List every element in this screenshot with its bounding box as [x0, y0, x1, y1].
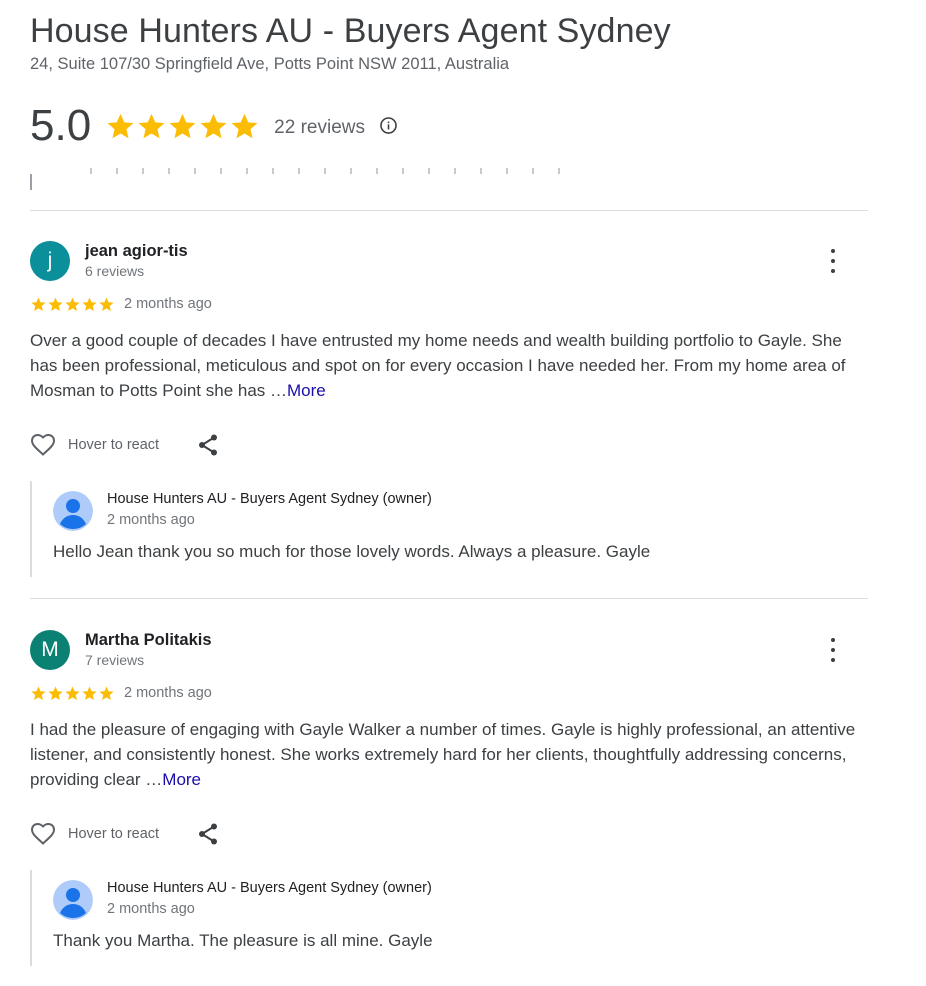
review-actions: Hover to react: [30, 430, 219, 460]
review-count-link[interactable]: 22 reviews: [274, 117, 365, 139]
reviewer-review-count: 6 reviews: [85, 263, 145, 279]
divider: [30, 598, 868, 599]
owner-avatar-icon: [53, 880, 93, 920]
more-vert-icon[interactable]: [825, 249, 841, 273]
review-date: 2 months ago: [124, 296, 212, 312]
star-icon: [198, 111, 229, 142]
owner-reply-date: 2 months ago: [107, 901, 195, 917]
owner-reply: House Hunters AU - Buyers Agent Sydney (…: [30, 870, 870, 966]
star-icon: [30, 685, 47, 702]
info-icon[interactable]: [379, 116, 398, 135]
react-label[interactable]: Hover to react: [68, 826, 159, 842]
clipped-text-fragment: [90, 168, 570, 174]
star-icon: [98, 296, 115, 313]
avatar[interactable]: M: [30, 630, 70, 670]
share-icon[interactable]: [197, 822, 219, 846]
star-icon: [167, 111, 198, 142]
star-icon: [136, 111, 167, 142]
star-icon: [64, 296, 81, 313]
star-icon: [229, 111, 260, 142]
more-vert-icon[interactable]: [825, 638, 841, 662]
divider: [30, 210, 868, 211]
owner-reply: House Hunters AU - Buyers Agent Sydney (…: [30, 481, 870, 577]
heart-icon[interactable]: [30, 433, 56, 457]
review-rating: 2 months ago: [30, 683, 212, 703]
reviewer-review-count: 7 reviews: [85, 652, 145, 668]
owner-reply-text: Thank you Martha. The pleasure is all mi…: [53, 931, 433, 950]
business-address: 24, Suite 107/30 Springfield Ave, Potts …: [30, 55, 510, 73]
reviewer-name[interactable]: jean agior-tis: [85, 242, 188, 261]
share-icon[interactable]: [197, 433, 219, 457]
clipped-reply-border: [30, 174, 32, 190]
star-icon: [81, 296, 98, 313]
review-rating: 2 months ago: [30, 294, 212, 314]
avatar[interactable]: j: [30, 241, 70, 281]
owner-reply-text: Hello Jean thank you so much for those l…: [53, 542, 651, 561]
clipped-review-text: [30, 168, 570, 190]
owner-avatar-icon: [53, 491, 93, 531]
review-body: I had the pleasure of engaging with Gayl…: [30, 720, 856, 789]
star-icon: [47, 296, 64, 313]
rating-summary: 5.0 22 reviews: [30, 96, 398, 156]
review-actions: Hover to react: [30, 819, 219, 849]
star-icon: [64, 685, 81, 702]
heart-icon[interactable]: [30, 822, 56, 846]
rating-score: 5.0: [30, 101, 92, 150]
business-title: House Hunters AU - Buyers Agent Sydney: [30, 12, 671, 50]
owner-name: House Hunters AU - Buyers Agent Sydney (…: [107, 880, 432, 896]
star-icon: [30, 296, 47, 313]
more-link[interactable]: More: [162, 770, 201, 789]
more-link[interactable]: More: [287, 381, 326, 400]
react-label[interactable]: Hover to react: [68, 437, 159, 453]
owner-name: House Hunters AU - Buyers Agent Sydney (…: [107, 491, 432, 507]
rating-stars: [105, 111, 260, 142]
review-date: 2 months ago: [124, 685, 212, 701]
star-icon: [81, 685, 98, 702]
star-icon: [98, 685, 115, 702]
review-body: Over a good couple of decades I have ent…: [30, 331, 846, 400]
owner-reply-date: 2 months ago: [107, 512, 195, 528]
review-text: Over a good couple of decades I have ent…: [30, 328, 868, 403]
star-icon: [105, 111, 136, 142]
review-text: I had the pleasure of engaging with Gayl…: [30, 717, 868, 792]
reviewer-name[interactable]: Martha Politakis: [85, 631, 212, 650]
star-icon: [47, 685, 64, 702]
